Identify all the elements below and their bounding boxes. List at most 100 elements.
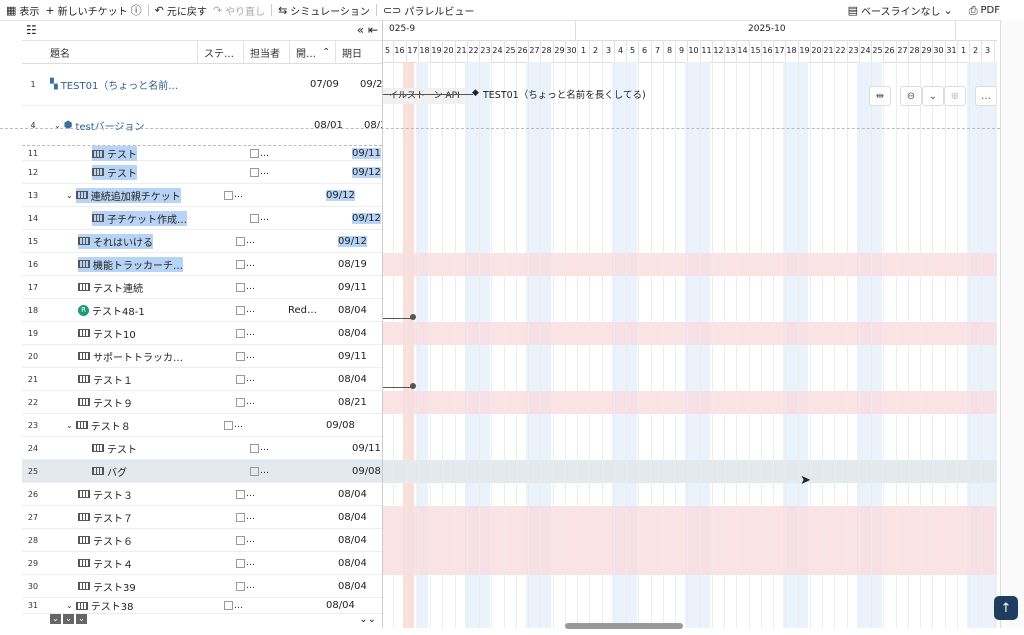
table-row[interactable]: 23 ⌄ テスト８ … 09/08 <box>22 414 382 437</box>
pdf-button[interactable]: ⎙ PDF <box>969 5 1000 16</box>
table-row[interactable]: 18 R テスト48-1 … Red… 08/04 <box>22 299 382 322</box>
table-row[interactable]: 25 バグ … 09/08 <box>22 460 382 483</box>
chevron-down-icon[interactable]: ⌄ <box>50 614 61 624</box>
row-title-cell[interactable]: テスト10 <box>44 326 232 341</box>
table-row[interactable]: 28テスト６…08/0408/20 <box>22 529 382 552</box>
table-row[interactable]: 21 テスト１ … 08/04 <box>22 368 382 391</box>
collapse-left-icon[interactable]: « ⇤ <box>357 23 378 37</box>
row-title-cell[interactable]: テスト３ <box>44 487 232 502</box>
status-cell[interactable]: … <box>232 535 282 545</box>
parallel-view-toggle[interactable]: ⊂⊃ パラレルビュー <box>383 3 474 18</box>
ticket-title[interactable]: テスト６ <box>93 533 133 548</box>
start-date-cell[interactable]: 09/08 <box>322 420 372 431</box>
start-date-cell[interactable]: 08/04 <box>334 512 382 523</box>
table-row[interactable]: 12 テスト … 09/12 <box>22 161 382 184</box>
row-title-cell[interactable]: 機能トラッカーチ… <box>44 256 232 272</box>
row-title-cell[interactable]: ▚ TEST01（ちょっと名前… <box>44 77 204 92</box>
table-row[interactable]: 17 テスト連続 … 09/11 <box>22 276 382 299</box>
due-date-cell[interactable]: 08/31 <box>360 120 382 131</box>
row-title-cell[interactable]: テスト39 <box>44 579 232 594</box>
row-title-cell[interactable]: テスト９ <box>44 395 232 410</box>
start-date-cell[interactable]: 08/01 <box>310 120 360 131</box>
table-row[interactable]: 24 テスト … 09/11 <box>22 437 382 460</box>
start-date-cell[interactable]: 08/04 <box>334 581 382 592</box>
table-row[interactable]: 15 それはいける … 09/12 <box>22 230 382 253</box>
assignee-cell[interactable]: Red… <box>282 305 334 316</box>
start-date-cell[interactable]: 09/11 <box>334 282 382 293</box>
row-title-cell[interactable]: テスト <box>44 164 246 180</box>
status-cell[interactable]: … <box>220 190 270 200</box>
table-row[interactable]: 16機能トラッカーチ……08/1908/19 <box>22 253 382 276</box>
table-row[interactable]: 14 子チケット作成… … 09/12 <box>22 207 382 230</box>
status-cell[interactable]: … <box>220 420 270 430</box>
start-date-cell[interactable]: 08/04 <box>334 558 382 569</box>
status-cell[interactable]: … <box>232 397 282 407</box>
start-date-cell[interactable]: 09/08 <box>348 466 382 477</box>
status-cell[interactable]: … <box>232 328 282 338</box>
ticket-title[interactable]: テスト38 <box>91 598 134 613</box>
status-cell[interactable]: … <box>232 512 282 522</box>
undo-button[interactable]: ↶ 元に戻す <box>155 3 207 18</box>
ticket-title[interactable]: テスト48-1 <box>92 303 145 318</box>
start-date-cell[interactable]: 08/19 <box>334 259 382 270</box>
row-title-cell[interactable]: テスト４ <box>44 556 232 571</box>
ticket-title[interactable]: テスト３ <box>93 487 133 502</box>
row-title-cell[interactable]: テスト１ <box>44 372 232 387</box>
status-cell[interactable]: … <box>246 443 296 453</box>
expand-all-icon[interactable]: ⌄⌄ <box>359 614 376 625</box>
ticket-title[interactable]: バグ <box>107 464 127 479</box>
status-cell[interactable]: … <box>232 351 282 361</box>
scroll-top-button[interactable]: ↑ <box>994 596 1018 620</box>
status-cell[interactable]: … <box>232 374 282 384</box>
table-row[interactable]: 31 ⌄ テスト38 … 08/04 <box>22 598 382 614</box>
start-date-cell[interactable]: 08/04 <box>334 535 382 546</box>
status-cell[interactable]: … <box>232 236 282 246</box>
status-cell[interactable]: … <box>232 581 282 591</box>
ticket-title[interactable]: テスト39 <box>93 579 136 594</box>
row-title-cell[interactable]: バグ <box>44 464 246 479</box>
ticket-title[interactable]: テスト９ <box>93 395 133 410</box>
ticket-title[interactable]: サポートトラッカ… <box>93 349 183 364</box>
ticket-title[interactable]: テスト10 <box>93 326 136 341</box>
row-title-cell[interactable]: R テスト48-1 <box>44 303 232 318</box>
ticket-title[interactable]: テスト連続 <box>93 280 143 295</box>
row-title-cell[interactable]: テスト７ <box>44 510 232 525</box>
row-title-cell[interactable]: 子チケット作成… <box>44 210 246 226</box>
status-cell[interactable]: … <box>246 466 296 476</box>
ticket-title[interactable]: テスト <box>107 146 137 161</box>
table-row[interactable]: 13 ⌄ 連続追加親チケット … 09/12 <box>22 184 382 207</box>
ticket-title[interactable]: テスト７ <box>93 510 133 525</box>
col-status[interactable]: ステ… <box>198 41 244 63</box>
chevron-down-icon[interactable]: ⌄ <box>66 421 73 430</box>
ticket-title[interactable]: 機能トラッカーチ… <box>93 257 183 272</box>
chevron-down-icon[interactable]: ⌄ <box>76 614 87 624</box>
table-row[interactable]: 27テスト７…08/0408/20 <box>22 506 382 529</box>
ticket-title[interactable]: 連続追加親チケット <box>91 188 181 203</box>
ticket-title[interactable]: テスト１ <box>93 372 133 387</box>
table-row[interactable]: 30 テスト39 … 08/04 <box>22 575 382 598</box>
status-cell[interactable]: … <box>246 213 296 223</box>
row-title-cell[interactable]: テスト６ <box>44 533 232 548</box>
start-date-cell[interactable]: 08/04 <box>322 600 372 611</box>
zoom-out-button[interactable]: ⊖ <box>900 86 922 106</box>
zoom-in-button[interactable]: ⊕ <box>944 86 966 106</box>
start-date-cell[interactable]: 09/11 <box>334 351 382 362</box>
table-row[interactable]: 20 サポートトラッカ… … 09/11 <box>22 345 382 368</box>
start-date-cell[interactable]: 08/04 <box>334 328 382 339</box>
start-date-cell[interactable]: 07/09 <box>306 79 356 90</box>
status-cell[interactable]: … <box>232 259 282 269</box>
start-date-cell[interactable]: 08/04 <box>334 489 382 500</box>
row-title-cell[interactable]: ⌄ 連続追加親チケット <box>44 187 220 203</box>
start-date-cell[interactable]: 08/04 <box>334 374 382 385</box>
simulation-button[interactable]: ⇆ シミュレーション <box>278 3 370 18</box>
col-due[interactable]: 期日 <box>336 41 382 63</box>
due-date-cell[interactable]: 09/22 <box>356 79 382 90</box>
ticket-title[interactable]: それはいける <box>93 234 153 249</box>
table-row[interactable]: 11 テスト … 09/11 <box>22 146 382 161</box>
status-cell[interactable]: … <box>232 489 282 499</box>
ticket-title[interactable]: テスト４ <box>93 556 133 571</box>
row-title-cell[interactable]: テスト <box>44 146 246 161</box>
ticket-title[interactable]: TEST01（ちょっと名前… <box>61 77 179 92</box>
start-date-cell[interactable]: 09/12 <box>348 212 382 224</box>
ticket-title[interactable]: testバージョン <box>75 118 144 133</box>
